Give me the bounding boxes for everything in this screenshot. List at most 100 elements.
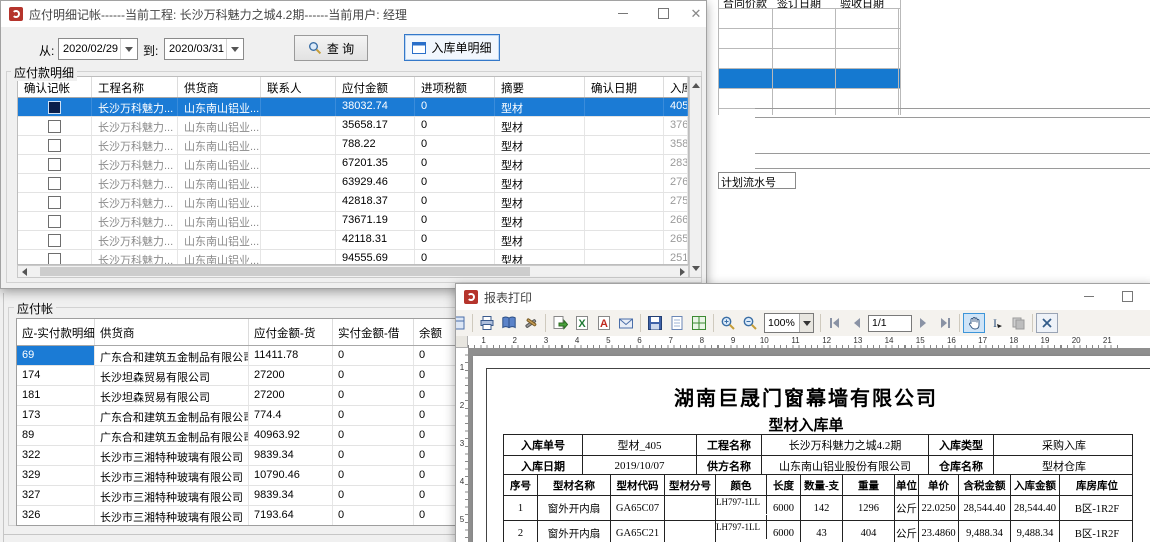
vertical-scrollbar[interactable] [689,76,702,278]
hand-tool-icon[interactable] [963,313,985,333]
zoom-in-icon[interactable] [717,313,739,333]
prev-page-icon[interactable] [846,313,868,333]
chevron-down-icon[interactable] [120,39,137,59]
confirm-checkbox[interactable] [48,177,61,190]
first-page-icon[interactable] [824,313,846,333]
scroll-down-icon[interactable] [690,263,702,274]
column-header[interactable]: 联系人 [261,77,336,97]
mail-icon[interactable] [615,313,637,333]
cell-payable: 9839.34 [249,486,333,505]
table-row[interactable]: 长沙万科魅力... 山东南山铝业... 35658.17 0 型材 376 [18,117,688,136]
zoom-out-icon[interactable] [739,313,761,333]
grid-panel-icon[interactable] [455,313,469,333]
column-header[interactable]: 入库 [664,77,688,97]
table-row[interactable] [719,49,900,69]
settings-tools-icon[interactable] [520,313,542,333]
table-row[interactable] [719,9,900,29]
confirm-checkbox[interactable] [48,101,61,114]
export-icon[interactable] [549,313,571,333]
table-row[interactable]: 174 长沙坦森贸易有限公司 27200 0 0 [17,366,459,386]
table-row[interactable]: 89 广东合和建筑五金制品有限公司 40963.92 0 0 [17,426,459,446]
minimize-button[interactable] [608,1,638,26]
table-row-selected[interactable] [719,69,900,89]
table-row[interactable]: 181 长沙坦森贸易有限公司 27200 0 0 [17,386,459,406]
plan-serial-field[interactable]: 计划流水号 [718,172,796,189]
table-row[interactable] [719,89,900,109]
column-header[interactable]: 应付金额-货 [249,319,333,345]
scroll-up-icon[interactable] [690,80,702,91]
table-row[interactable]: 326 长沙市三湘特种玻璃有限公司 7193.64 0 0 [17,506,459,526]
scroll-right-icon[interactable] [676,266,688,277]
column-header[interactable]: 供货商 [95,319,249,345]
close-preview-icon[interactable] [1036,313,1058,333]
column-header[interactable]: 实付金额-借 [333,319,414,345]
maximize-button[interactable] [1112,284,1142,309]
scroll-left-icon[interactable] [18,266,30,277]
ruler-unit: 13 [842,336,873,348]
cell-contact [261,231,336,249]
table-row[interactable]: 长沙万科魅力... 山东南山铝业... 73671.19 0 型材 266 [18,212,688,231]
chevron-down-icon[interactable] [226,39,243,59]
cell-supplier: 山东南山铝业... [178,98,261,116]
save-icon[interactable] [644,313,666,333]
confirm-checkbox[interactable] [48,158,61,171]
maximize-button[interactable] [648,1,678,26]
table-row[interactable] [719,29,900,49]
confirm-checkbox[interactable] [48,253,61,266]
column-header[interactable]: 应付金额 [336,77,415,97]
minimize-button[interactable] [1074,284,1104,309]
excel-export-icon[interactable]: X [571,313,593,333]
table-row[interactable]: 长沙万科魅力... 山东南山铝业... 67201.35 0 型材 283 [18,155,688,174]
table-row[interactable]: 327 长沙市三湘特种玻璃有限公司 9839.34 0 0 [17,486,459,506]
table-row[interactable]: 长沙万科魅力... 山东南山铝业... 788.22 0 型材 358 [18,136,688,155]
page-indicator-input[interactable] [868,315,912,332]
text-select-icon[interactable]: I [985,313,1007,333]
confirm-checkbox[interactable] [48,139,61,152]
from-date-combo[interactable]: 2020/02/29 [58,38,138,60]
column-header[interactable]: 确认日期 [585,77,664,97]
pdf-export-icon[interactable]: A [593,313,615,333]
confirm-checkbox[interactable] [48,234,61,247]
print-preview-area[interactable]: 湖南巨晟门窗幕墙有限公司 型材入库单 入库单号 型材_405 工程名称 长沙万科… [468,348,1150,542]
cell-id: 327 [17,486,95,505]
table-row[interactable]: 长沙万科魅力... 山东南山铝业... 63929.46 0 型材 276 [18,174,688,193]
column-header[interactable]: 工程名称 [92,77,178,97]
table-row[interactable]: 长沙万科魅力... 山东南山铝业... 94555.69 0 型材 251 [18,250,688,265]
query-button[interactable]: 查 询 [294,35,368,61]
table-row[interactable] [719,109,900,115]
to-date-combo[interactable]: 2020/03/31 [164,38,244,60]
zoom-level-combo[interactable]: 100% [764,313,814,333]
confirm-checkbox[interactable] [48,215,61,228]
print-icon[interactable] [476,313,498,333]
column-header[interactable]: 供货商 [178,77,261,97]
column-header: 型材名称 [538,475,611,495]
column-header[interactable]: 应-实付款明细ID [17,319,95,345]
table-row[interactable]: 322 长沙市三湘特种玻璃有限公司 9839.34 0 0 [17,446,459,466]
table-row[interactable]: 长沙万科魅力... 山东南山铝业... 42818.37 0 型材 275 [18,193,688,212]
table-row[interactable]: 173 广东合和建筑五金制品有限公司 774.4 0 0 [17,406,459,426]
close-button[interactable]: ✕ [684,1,707,26]
chevron-down-icon[interactable] [799,314,813,332]
single-page-icon[interactable] [666,313,688,333]
multi-page-icon[interactable] [688,313,710,333]
column-header[interactable]: 摘要 [495,77,585,97]
table-row[interactable]: 329 长沙市三湘特种玻璃有限公司 10790.46 0 0 [17,466,459,486]
titlebar[interactable]: 应付明细记帐------当前工程: 长沙万科魅力之城4.2期------当前用户… [1,1,706,27]
titlebar[interactable]: 报表打印 [456,284,1150,310]
table-row[interactable]: 长沙万科魅力... 山东南山铝业... 38032.74 0 型材 405 [18,98,688,117]
query-button-label: 查 询 [327,40,354,57]
table-row[interactable]: 69 广东合和建筑五金制品有限公司 11411.78 0 0 [17,346,459,366]
column-header[interactable]: 进项税额 [415,77,495,97]
confirm-checkbox[interactable] [48,196,61,209]
scrollbar-thumb[interactable] [40,267,530,276]
confirm-checkbox[interactable] [48,120,61,133]
last-page-icon[interactable] [934,313,956,333]
next-page-icon[interactable] [912,313,934,333]
inbound-detail-button[interactable]: 入库单明细 [404,34,500,61]
close-button[interactable]: ✕ [1146,284,1150,309]
book-preview-icon[interactable] [498,313,520,333]
horizontal-scrollbar[interactable] [17,265,689,278]
copy-page-icon[interactable] [1007,313,1029,333]
table-row[interactable]: 长沙万科魅力... 山东南山铝业... 42118.31 0 型材 265 [18,231,688,250]
column-header[interactable]: 余额 [414,319,459,345]
